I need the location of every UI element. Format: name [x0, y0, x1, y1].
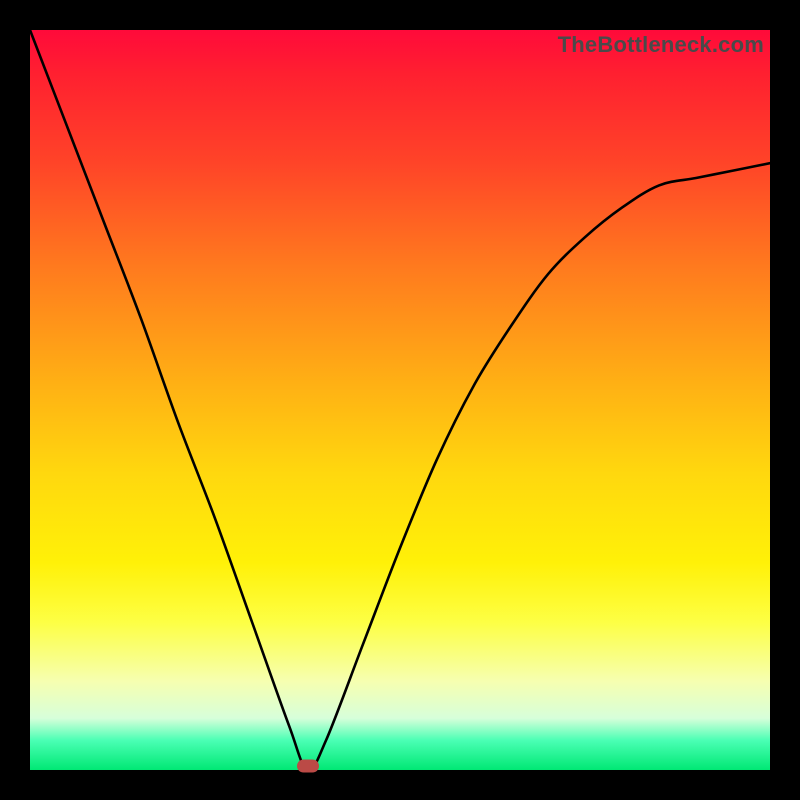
bottleneck-marker: [297, 760, 319, 773]
chart-frame: TheBottleneck.com: [0, 0, 800, 800]
bottleneck-curve: [30, 30, 770, 770]
plot-area: TheBottleneck.com: [30, 30, 770, 770]
